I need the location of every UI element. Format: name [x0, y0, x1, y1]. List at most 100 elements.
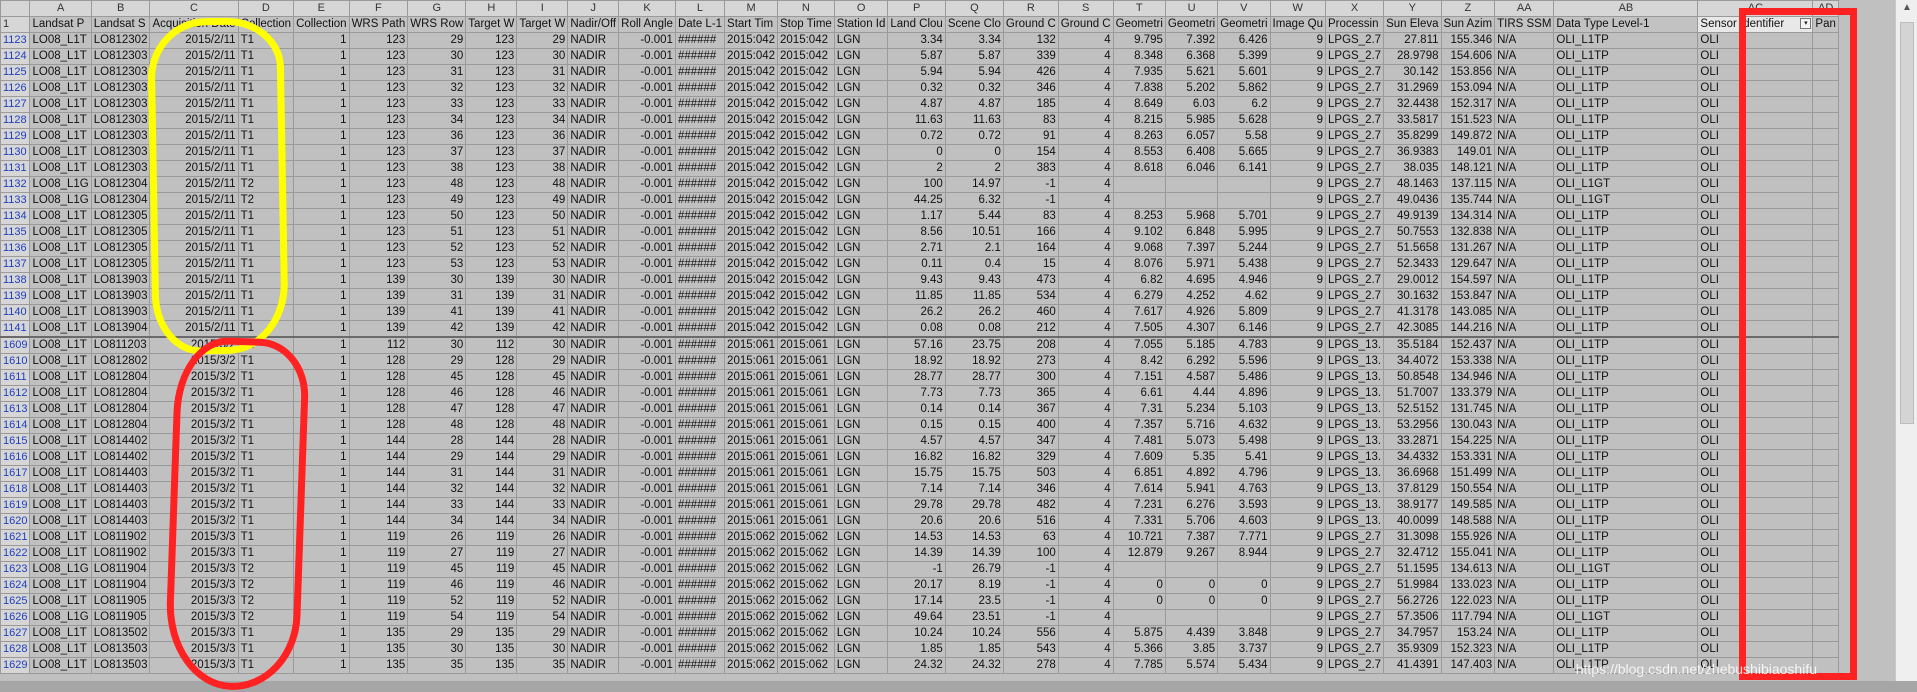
table-cell[interactable]: OLI_L1TP: [1553, 224, 1699, 241]
table-cell[interactable]: 123: [348, 128, 409, 145]
table-cell[interactable]: 1: [293, 208, 350, 225]
table-cell[interactable]: 29: [407, 353, 467, 370]
table-cell[interactable]: 5.701: [1217, 208, 1271, 225]
table-cell[interactable]: 154.606: [1440, 48, 1496, 65]
table-cell[interactable]: 1: [293, 160, 350, 177]
table-cell[interactable]: LPGS_2.7: [1324, 320, 1385, 338]
table-cell[interactable]: 2015:061: [777, 353, 835, 370]
table-cell[interactable]: LPGS_13.: [1324, 336, 1385, 354]
table-cell[interactable]: OLI_L1GT: [1553, 192, 1699, 209]
table-cell[interactable]: ######: [674, 160, 726, 177]
table-cell[interactable]: 1: [293, 609, 350, 626]
table-cell[interactable]: LO08_L1T: [29, 465, 92, 482]
table-cell[interactable]: LPGS_2.7: [1324, 577, 1385, 594]
table-cell[interactable]: 2015:042: [777, 96, 835, 113]
table-cell[interactable]: 28.77: [887, 369, 946, 386]
table-cell[interactable]: 35: [407, 657, 467, 674]
table-cell[interactable]: ######: [674, 32, 726, 49]
table-cell[interactable]: LO08_L1T: [29, 385, 92, 402]
column-header-d[interactable]: D: [237, 0, 295, 17]
table-cell[interactable]: LPGS_2.7: [1324, 48, 1385, 65]
table-cell[interactable]: OLI_L1TP: [1553, 128, 1699, 145]
table-cell[interactable]: -0.001: [618, 208, 676, 225]
table-cell[interactable]: T1: [237, 657, 295, 674]
table-cell[interactable]: N/A: [1494, 609, 1555, 626]
table-cell[interactable]: 5.716: [1164, 417, 1219, 434]
table-cell[interactable]: 1: [293, 112, 350, 129]
table-cell[interactable]: -0.001: [618, 192, 676, 209]
table-cell[interactable]: 44.25: [887, 192, 946, 209]
table-cell[interactable]: 52: [407, 240, 467, 257]
table-cell[interactable]: 23.5: [944, 593, 1004, 610]
table-cell[interactable]: N/A: [1494, 353, 1555, 370]
field-name-cell[interactable]: Land Clou: [887, 16, 946, 33]
table-cell[interactable]: 151.523: [1440, 112, 1496, 129]
table-cell[interactable]: N/A: [1494, 160, 1555, 177]
table-cell[interactable]: 2: [887, 160, 946, 177]
table-cell[interactable]: NADIR: [567, 593, 620, 610]
table-cell[interactable]: 556: [1002, 625, 1059, 642]
column-header-ad[interactable]: AD: [1812, 0, 1839, 17]
table-cell[interactable]: LO08_L1G: [29, 561, 92, 578]
table-cell[interactable]: 9: [1269, 80, 1326, 97]
table-cell[interactable]: 144: [465, 497, 518, 514]
table-cell[interactable]: 9: [1269, 609, 1326, 626]
table-cell[interactable]: LO811203: [90, 336, 151, 354]
table-cell[interactable]: N/A: [1494, 625, 1555, 642]
table-cell[interactable]: LGN: [833, 353, 889, 370]
table-cell[interactable]: 2015:042: [724, 176, 779, 193]
table-cell[interactable]: LGN: [833, 417, 889, 434]
table-cell[interactable]: LGN: [833, 465, 889, 482]
table-cell[interactable]: 0: [1112, 577, 1166, 594]
table-cell[interactable]: 135.744: [1440, 192, 1496, 209]
table-cell[interactable]: -0.001: [618, 353, 676, 370]
table-cell[interactable]: 57.16: [887, 336, 946, 354]
table-cell[interactable]: 9: [1269, 112, 1326, 129]
table-cell[interactable]: 6.368: [1164, 48, 1219, 65]
table-cell[interactable]: LPGS_13.: [1324, 417, 1385, 434]
table-cell[interactable]: T1: [237, 32, 295, 49]
table-cell[interactable]: 7.617: [1112, 304, 1166, 321]
table-cell[interactable]: [1812, 32, 1839, 49]
table-cell[interactable]: NADIR: [567, 192, 620, 209]
table-cell[interactable]: 30: [516, 641, 569, 658]
table-cell[interactable]: OLI_L1TP: [1553, 465, 1699, 482]
table-cell[interactable]: LO811902: [90, 545, 151, 562]
table-cell[interactable]: NADIR: [567, 609, 620, 626]
row-number[interactable]: 1139: [0, 288, 31, 305]
table-cell[interactable]: 1: [293, 433, 350, 450]
table-cell[interactable]: 4: [1057, 353, 1114, 370]
row-number[interactable]: 1123: [0, 32, 31, 49]
table-cell[interactable]: 4: [1057, 433, 1114, 450]
table-cell[interactable]: 2015:042: [724, 128, 779, 145]
table-cell[interactable]: 2015:062: [777, 545, 835, 562]
table-cell[interactable]: 1: [293, 96, 350, 113]
row-number[interactable]: 1131: [0, 160, 31, 177]
table-cell[interactable]: 9: [1269, 32, 1326, 49]
table-cell[interactable]: 2015:042: [724, 96, 779, 113]
table-cell[interactable]: 2015:061: [724, 353, 779, 370]
table-cell[interactable]: 57.3506: [1383, 609, 1442, 626]
table-cell[interactable]: T1: [237, 641, 295, 658]
field-name-cell[interactable]: TIRS SSM: [1494, 16, 1555, 33]
table-cell[interactable]: 185: [1002, 96, 1059, 113]
table-cell[interactable]: 9: [1269, 224, 1326, 241]
field-name-cell[interactable]: Target W: [516, 16, 569, 33]
column-header-y[interactable]: Y: [1383, 0, 1442, 17]
table-cell[interactable]: 9: [1269, 240, 1326, 257]
table-cell[interactable]: 3.34: [887, 32, 946, 49]
table-cell[interactable]: N/A: [1494, 481, 1555, 498]
table-cell[interactable]: N/A: [1494, 96, 1555, 113]
table-cell[interactable]: 23.75: [944, 336, 1004, 354]
table-cell[interactable]: 2015/3/2: [149, 417, 239, 434]
table-cell[interactable]: 148.588: [1440, 513, 1496, 530]
table-cell[interactable]: 135: [465, 625, 518, 642]
table-cell[interactable]: 34: [407, 513, 467, 530]
table-cell[interactable]: 31: [407, 64, 467, 81]
table-cell[interactable]: T1: [237, 144, 295, 161]
row-number[interactable]: 1125: [0, 64, 31, 81]
table-cell[interactable]: ######: [674, 80, 726, 97]
table-cell[interactable]: LO08_L1G: [29, 609, 92, 626]
table-cell[interactable]: 5.073: [1164, 433, 1219, 450]
field-name-cell[interactable]: Sun Eleva: [1383, 16, 1442, 33]
